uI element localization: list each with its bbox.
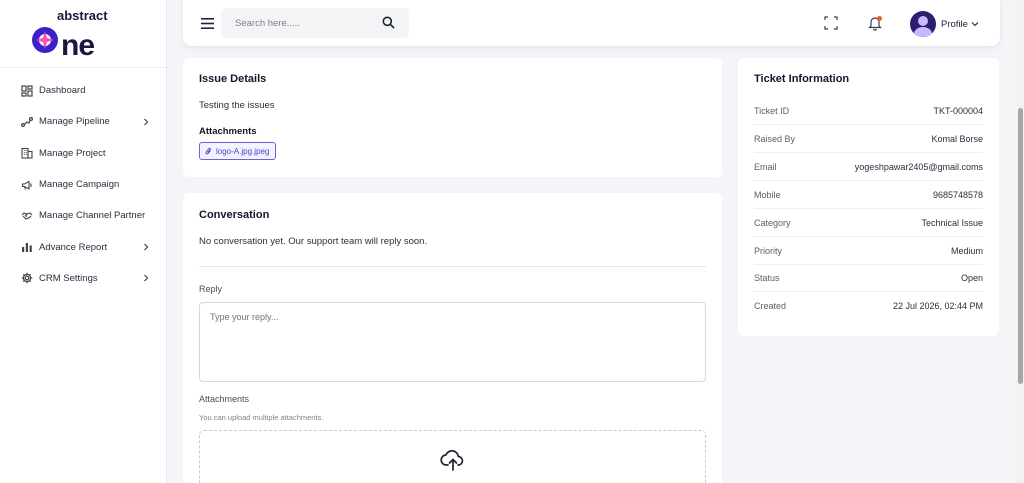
ticket-row-label: Status bbox=[754, 272, 780, 283]
ticket-row-label: Created bbox=[754, 301, 787, 311]
sidebar-item-label: Advance Report bbox=[39, 241, 108, 253]
conversation-title: Conversation bbox=[199, 209, 270, 221]
sidebar-item-manage-pipeline[interactable]: Manage Pipeline bbox=[0, 106, 166, 137]
page-scrollbar[interactable] bbox=[1017, 0, 1024, 483]
issue-description: Testing the issues bbox=[199, 100, 275, 111]
sidebar-item-advance-report[interactable]: Advance Report bbox=[0, 231, 166, 262]
cloud-upload-icon bbox=[440, 448, 466, 472]
file-dropzone[interactable] bbox=[199, 430, 706, 483]
sidebar-item-manage-project[interactable]: Manage Project bbox=[0, 138, 166, 169]
issue-attachments-label: Attachments bbox=[199, 126, 257, 137]
scrollbar-thumb[interactable] bbox=[1018, 108, 1023, 384]
chevron-down-icon bbox=[971, 15, 979, 33]
ticket-information-card: Ticket Information Ticket ID TKT-000004 … bbox=[738, 58, 999, 336]
profile-menu[interactable]: Profile bbox=[910, 11, 979, 37]
sidebar-item-label: Manage Pipeline bbox=[39, 116, 110, 128]
ticket-row-value: Open bbox=[960, 272, 983, 283]
sidebar-item-label: Manage Project bbox=[39, 147, 106, 159]
dashboard-grid-icon bbox=[20, 84, 33, 97]
attachments-hint: You can upload multiple attachments. bbox=[199, 413, 324, 422]
ticket-row-priority: Priority Medium bbox=[754, 237, 983, 265]
ticket-row-value: Technical Issue bbox=[921, 217, 983, 228]
sidebar-item-crm-settings[interactable]: CRM Settings bbox=[0, 263, 166, 294]
ticket-information-title: Ticket Information bbox=[754, 73, 850, 85]
reply-attachments-label: Attachments bbox=[199, 394, 250, 404]
brand-logo[interactable]: abstract ne bbox=[0, 0, 166, 68]
search-icon[interactable] bbox=[382, 16, 395, 29]
hamburger-menu-icon[interactable] bbox=[201, 16, 214, 29]
notification-bell-icon[interactable] bbox=[868, 15, 882, 31]
sidebar-item-manage-channel-partner[interactable]: Manage Channel Partner bbox=[0, 200, 166, 231]
divider bbox=[199, 266, 706, 267]
ticket-row-category: Category Technical Issue bbox=[754, 209, 983, 237]
search-input[interactable] bbox=[235, 16, 375, 30]
ticket-row-value: 22 Jul 2026, 02:44 PM bbox=[892, 301, 983, 311]
pipeline-icon bbox=[20, 115, 33, 128]
sidebar-item-label: Manage Channel Partner bbox=[39, 210, 146, 222]
chevron-right-icon bbox=[142, 243, 150, 251]
conversation-empty-message: No conversation yet. Our support team wi… bbox=[199, 236, 428, 247]
building-icon bbox=[20, 147, 33, 160]
reply-textarea[interactable] bbox=[199, 302, 706, 382]
sidebar-nav: Dashboard Manage Pipeline Manage Project… bbox=[0, 68, 166, 294]
ticket-row-created: Created 22 Jul 2026, 02:44 PM bbox=[754, 292, 983, 320]
ticket-row-label: Ticket ID bbox=[754, 105, 790, 116]
ticket-row-raised-by: Raised By Komal Borse bbox=[754, 125, 983, 153]
ticket-row-value: Medium bbox=[950, 245, 983, 256]
ticket-row-label: Mobile bbox=[754, 189, 781, 200]
gear-icon bbox=[20, 272, 33, 285]
sidebar-item-dashboard[interactable]: Dashboard bbox=[0, 75, 166, 106]
ticket-row-label: Email bbox=[754, 161, 777, 172]
handshake-icon bbox=[20, 209, 33, 222]
avatar bbox=[910, 11, 936, 37]
conversation-card: Conversation No conversation yet. Our su… bbox=[183, 193, 722, 483]
attachment-name: logo-A.jpg.jpeg bbox=[216, 146, 270, 156]
ticket-row-email: Email yogeshpawar2405@gmail.coms bbox=[754, 153, 983, 181]
reply-label: Reply bbox=[199, 284, 223, 294]
ticket-row-value: yogeshpawar2405@gmail.coms bbox=[854, 161, 983, 172]
sidebar-item-label: Dashboard bbox=[39, 85, 86, 97]
notification-dot bbox=[877, 16, 882, 21]
sidebar-item-label: CRM Settings bbox=[39, 272, 98, 284]
top-header: Profile bbox=[183, 0, 1000, 46]
megaphone-icon bbox=[20, 178, 33, 191]
ticket-row-value: Komal Borse bbox=[931, 133, 983, 144]
search-bar bbox=[221, 8, 409, 38]
profile-label: Profile bbox=[941, 18, 968, 30]
chevron-right-icon bbox=[142, 274, 150, 282]
svg-text:abstract: abstract bbox=[57, 8, 108, 23]
sidebar-item-manage-campaign[interactable]: Manage Campaign bbox=[0, 169, 166, 200]
ticket-row-value: TKT-000004 bbox=[933, 105, 983, 116]
ticket-row-ticket-id: Ticket ID TKT-000004 bbox=[754, 97, 983, 125]
bar-chart-icon bbox=[20, 241, 33, 254]
paperclip-icon bbox=[205, 147, 212, 156]
ticket-row-value: 9685748578 bbox=[932, 189, 983, 200]
chevron-right-icon bbox=[142, 118, 150, 126]
ticket-row-label: Raised By bbox=[754, 133, 796, 144]
ticket-row-status: Status Open bbox=[754, 264, 983, 292]
issue-details-title: Issue Details bbox=[199, 73, 267, 85]
issue-details-card: Issue Details Testing the issues Attachm… bbox=[183, 58, 722, 177]
fullscreen-icon[interactable] bbox=[824, 16, 838, 30]
sidebar: abstract ne Dashboard Manage Pipeline Ma… bbox=[0, 0, 167, 483]
sidebar-item-label: Manage Campaign bbox=[39, 179, 120, 191]
ticket-row-mobile: Mobile 9685748578 bbox=[754, 181, 983, 209]
abstract-one-logo: abstract ne bbox=[32, 8, 108, 59]
ticket-row-label: Category bbox=[754, 217, 791, 228]
ticket-row-label: Priority bbox=[754, 245, 783, 256]
attachment-chip[interactable]: logo-A.jpg.jpeg bbox=[199, 142, 277, 160]
svg-text:ne: ne bbox=[61, 29, 94, 59]
